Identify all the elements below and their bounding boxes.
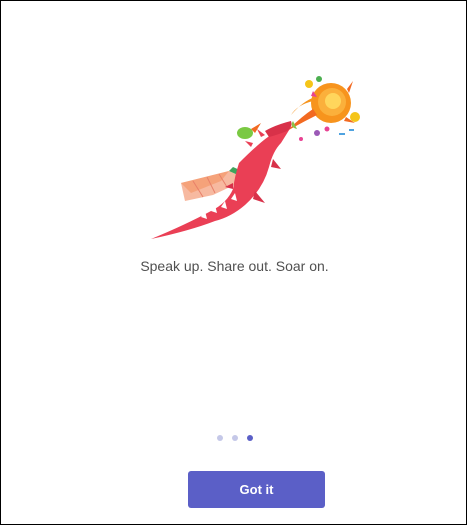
page-dot-1[interactable] <box>216 435 223 441</box>
hat-icon <box>237 123 261 139</box>
onboarding-tagline: Speak up. Share out. Soar on. <box>140 258 329 274</box>
page-dot-2[interactable] <box>231 435 238 441</box>
dragon-illustration <box>151 76 360 239</box>
got-it-button[interactable]: Got it <box>188 471 325 508</box>
page-indicator <box>1 435 467 441</box>
onboarding-screen: Speak up. Share out. Soar on. Got it <box>0 0 467 525</box>
fireball-icon <box>287 81 355 131</box>
page-dot-3-active[interactable] <box>246 435 253 441</box>
